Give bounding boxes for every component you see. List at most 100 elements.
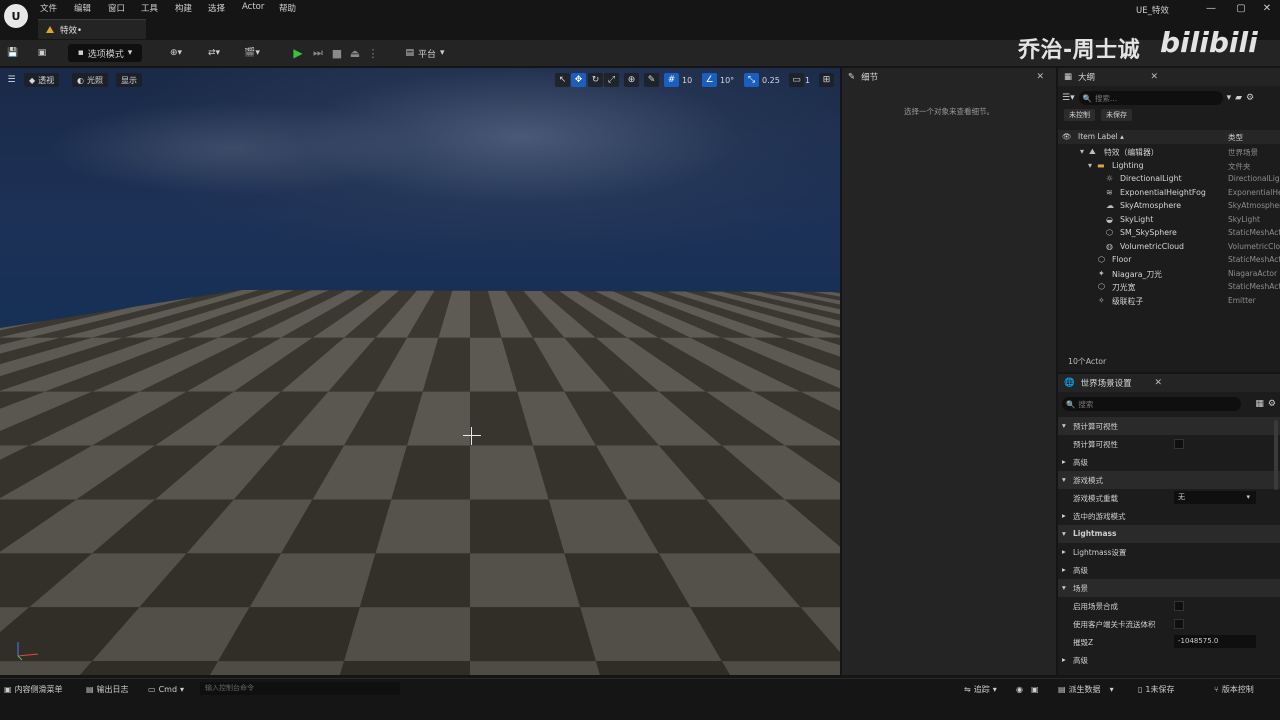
kill-z-input[interactable]: -1048575.0 — [1174, 635, 1256, 648]
menu-tools[interactable]: 工具 — [141, 2, 158, 16]
expand-arrow-icon[interactable]: ▸ — [1062, 457, 1066, 466]
outliner-row[interactable]: ⬡ Floor StaticMeshActor — [1058, 254, 1280, 268]
category-lightmass[interactable]: ▾ Lightmass — [1058, 525, 1280, 543]
table-view-icon[interactable]: ▦ — [1255, 399, 1264, 409]
close-icon[interactable]: ✕ — [1036, 72, 1044, 82]
output-log-button[interactable]: ▤ 输出日志 — [86, 683, 129, 695]
add-actor-icon[interactable]: ⊕▾ — [162, 44, 190, 62]
cmd-dropdown[interactable]: ▭ Cmd ▾ — [148, 683, 184, 695]
perspective-button[interactable]: ◆ 透视 — [24, 73, 60, 87]
record-icon[interactable]: ◉ — [1016, 683, 1023, 695]
mode-dropdown[interactable]: ▪ 选项模式 ▾ — [68, 44, 142, 62]
lighting-mode-button[interactable]: ◐ 光照 — [72, 73, 108, 87]
scale-icon[interactable]: ⤢ — [604, 73, 619, 87]
rotate-icon[interactable]: ↻ — [588, 73, 603, 87]
minimize-button[interactable]: — — [1196, 3, 1226, 17]
grid-snap-value[interactable]: 10 — [682, 73, 692, 87]
viewport-menu-icon[interactable]: ☰ — [4, 73, 19, 87]
outliner-row-world[interactable]: ▾ ⛰ 特效（编辑器） 世界场景 — [1058, 146, 1280, 160]
menu-file[interactable]: 文件 — [40, 2, 57, 16]
unreal-logo-icon[interactable]: U — [4, 4, 28, 28]
derived-data-button[interactable]: ▤ 派生数据 ▾ — [1058, 683, 1114, 695]
camera-speed-value[interactable]: 1 — [805, 73, 810, 87]
content-browser-icon[interactable]: ▣ — [34, 44, 50, 62]
outliner-row[interactable]: ✦ Niagara_刀光 NiagaraActor — [1058, 268, 1280, 282]
menu-actor[interactable]: Actor — [242, 2, 264, 16]
filter-icon[interactable]: ☰▾ — [1062, 93, 1075, 103]
menu-edit[interactable]: 编辑 — [74, 2, 91, 16]
category-precomputed-visibility[interactable]: ▾ 预计算可视性 — [1058, 417, 1280, 435]
expand-arrow-icon[interactable]: ▾ — [1062, 475, 1066, 484]
outliner-row[interactable]: ☁ SkyAtmosphere SkyAtmosphere — [1058, 200, 1280, 214]
outliner-row[interactable]: ⬡ 刀光宽 StaticMeshActor — [1058, 281, 1280, 295]
world-settings-scrollbar[interactable] — [1274, 420, 1278, 490]
gear-icon[interactable]: ⚙ — [1268, 399, 1276, 409]
category-world[interactable]: ▾ 场景 — [1058, 579, 1280, 597]
blueprint-icon[interactable]: ⇄▾ — [200, 44, 228, 62]
expand-arrow-icon[interactable]: ▸ — [1062, 565, 1066, 574]
menu-window[interactable]: 窗口 — [108, 2, 125, 16]
gear-icon[interactable]: ⚙ — [1246, 93, 1254, 103]
world-settings-tab[interactable]: 🌐 世界场景设置 ✕ — [1058, 374, 1280, 392]
expand-arrow-icon[interactable]: ▸ — [1062, 511, 1066, 520]
details-tab[interactable]: ✎ 细节 ✕ — [842, 68, 1056, 86]
step-icon[interactable]: ⏭ — [310, 44, 326, 62]
scale-snap-value[interactable]: 0.25 — [762, 73, 780, 87]
platform-dropdown[interactable]: ▤ 平台 ▾ — [400, 44, 450, 62]
surface-snap-icon[interactable]: ✎ — [644, 73, 659, 87]
translate-icon[interactable]: ✥ — [571, 73, 586, 87]
outliner-row[interactable]: ✧ 级联粒子 Emitter — [1058, 295, 1280, 309]
expand-arrow-icon[interactable]: ▾ — [1062, 583, 1066, 592]
close-icon[interactable]: ✕ — [1150, 72, 1158, 82]
cinematics-icon[interactable]: 🎬▾ — [238, 44, 266, 62]
close-icon[interactable]: ✕ — [1154, 378, 1162, 388]
chevron-down-icon[interactable]: ▾ — [1227, 93, 1232, 103]
content-drawer-button[interactable]: ▣ 内容侧滑菜单 — [4, 683, 63, 695]
outliner-row[interactable]: ☼ DirectionalLight DirectionalLight — [1058, 173, 1280, 187]
outliner-row[interactable]: ⬡ SM_SkySphere StaticMeshActor — [1058, 227, 1280, 241]
more-options-icon[interactable]: ⋮ — [368, 44, 379, 62]
scale-snap-icon[interactable]: ⤡ — [744, 73, 759, 87]
close-window-button[interactable]: ✕ — [1252, 3, 1280, 17]
menu-select[interactable]: 选择 — [208, 2, 225, 16]
precomputed-visibility-checkbox[interactable] — [1174, 439, 1184, 449]
source-control-button[interactable]: ⑂ 版本控制 — [1214, 683, 1254, 695]
outliner-row[interactable]: ◒ SkyLight SkyLight — [1058, 214, 1280, 228]
maximize-viewport-icon[interactable]: ⊞ — [819, 73, 834, 87]
rotation-snap-icon[interactable]: ∠ — [702, 73, 717, 87]
expand-arrow-icon[interactable]: ▾ — [1062, 529, 1066, 538]
column-item-label[interactable]: Item Label ▴ — [1078, 132, 1124, 141]
outliner-row[interactable]: ≋ ExponentialHeightFog ExponentialHeight… — [1058, 187, 1280, 201]
outliner-search-input[interactable]: 🔍 搜索... — [1078, 91, 1223, 105]
expand-arrow-icon[interactable]: ▸ — [1062, 547, 1066, 556]
select-mode-icon[interactable]: ↖ — [555, 73, 570, 87]
column-type[interactable]: 类型 — [1228, 132, 1243, 143]
unsaved-button[interactable]: ▯ 1未保存 — [1138, 683, 1175, 695]
subcategory-row[interactable]: ▸ 高级 — [1058, 651, 1280, 669]
level-viewport[interactable]: ☰ ◆ 透视 ◐ 光照 显示 ↖ ✥ ↻ ⤢ ⊕ ✎ # 10 ∠ 10° ⤡ … — [0, 68, 840, 675]
expand-arrow-icon[interactable]: ▾ — [1088, 161, 1092, 170]
unsaved-chip[interactable]: 未保存 — [1101, 109, 1132, 121]
camera-speed-icon[interactable]: ▭ — [789, 73, 804, 87]
stop-icon[interactable]: ■ — [329, 44, 345, 62]
save-icon[interactable]: 💾 — [6, 44, 20, 62]
menu-build[interactable]: 构建 — [175, 2, 192, 16]
trace-button[interactable]: ⇋ 追踪 ▾ — [964, 683, 997, 695]
world-space-icon[interactable]: ⊕ — [624, 73, 639, 87]
add-folder-icon[interactable]: ▰ — [1235, 93, 1242, 103]
outliner-row[interactable]: ◍ VolumetricCloud VolumetricCloud — [1058, 241, 1280, 255]
outliner-row-folder[interactable]: ▾ ▬ Lighting 文件夹 — [1058, 160, 1280, 174]
game-mode-override-dropdown[interactable]: 无 ▾ — [1174, 491, 1256, 504]
grid-snap-icon[interactable]: # — [664, 73, 679, 87]
subcategory-row[interactable]: ▸ 选中的游戏模式 — [1058, 507, 1280, 525]
play-icon[interactable]: ▶ — [290, 44, 306, 62]
menu-help[interactable]: 帮助 — [279, 2, 296, 16]
world-settings-search-input[interactable]: 🔍 搜索 — [1062, 397, 1242, 411]
show-button[interactable]: 显示 — [116, 73, 142, 87]
enable-world-composition-checkbox[interactable] — [1174, 601, 1184, 611]
subcategory-row[interactable]: ▸ Lightmass设置 — [1058, 543, 1280, 561]
outliner-tab[interactable]: ▦ 大纲 ✕ — [1058, 68, 1280, 86]
expand-arrow-icon[interactable]: ▸ — [1062, 655, 1066, 664]
subcategory-row[interactable]: ▸ 高级 — [1058, 561, 1280, 579]
rotation-snap-value[interactable]: 10° — [720, 73, 734, 87]
